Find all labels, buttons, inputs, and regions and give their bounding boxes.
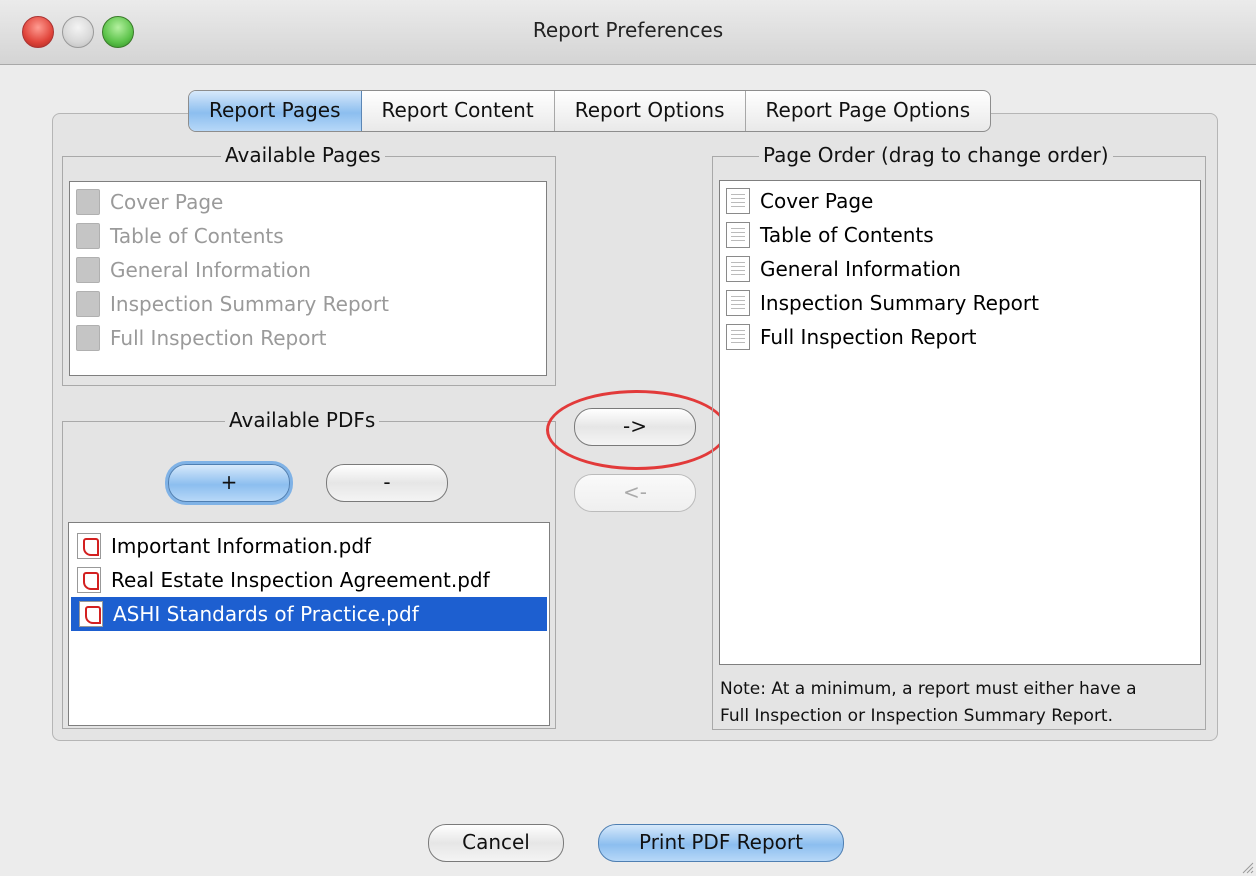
list-item-selected[interactable]: ASHI Standards of Practice.pdf <box>71 597 547 631</box>
list-item-label: Full Inspection Report <box>760 325 977 349</box>
list-item-label: ASHI Standards of Practice.pdf <box>113 602 419 626</box>
resize-grip-icon[interactable] <box>1238 858 1254 874</box>
document-icon <box>726 290 750 316</box>
document-icon <box>726 256 750 282</box>
available-pages-title: Available Pages <box>221 143 385 167</box>
list-item-label: Inspection Summary Report <box>760 291 1039 315</box>
window-title: Report Preferences <box>532 18 724 42</box>
document-icon <box>726 188 750 214</box>
list-item-label: General Information <box>110 258 311 282</box>
list-item-label: Full Inspection Report <box>110 326 327 350</box>
list-item-label: Real Estate Inspection Agreement.pdf <box>111 568 490 592</box>
tab-report-page-options[interactable]: Report Page Options <box>746 91 991 131</box>
list-item-label: Inspection Summary Report <box>110 292 389 316</box>
note-line-1: Note: At a minimum, a report must either… <box>720 679 1137 699</box>
page-icon <box>76 257 100 283</box>
print-pdf-report-button[interactable]: Print PDF Report <box>598 824 844 862</box>
page-order-note: Note: At a minimum, a report must either… <box>720 676 1200 730</box>
pdf-file-icon <box>77 567 101 593</box>
list-item[interactable]: General Information <box>70 253 546 287</box>
document-icon <box>726 222 750 248</box>
pdf-file-icon <box>77 533 101 559</box>
available-pages-list[interactable]: Cover Page Table of Contents General Inf… <box>69 181 547 376</box>
tab-report-options[interactable]: Report Options <box>555 91 746 131</box>
list-item-label: Cover Page <box>760 189 874 213</box>
list-item-label: Table of Contents <box>110 224 284 248</box>
list-item[interactable]: Full Inspection Report <box>70 321 546 355</box>
page-order-title: Page Order (drag to change order) <box>759 143 1113 167</box>
list-item[interactable]: Important Information.pdf <box>69 529 549 563</box>
list-item-label: Cover Page <box>110 190 224 214</box>
page-order-list[interactable]: Cover Page Table of Contents General Inf… <box>719 180 1201 665</box>
remove-pdf-button[interactable]: - <box>326 464 448 502</box>
note-line-2: Full Inspection or Inspection Summary Re… <box>720 706 1114 726</box>
tab-report-content[interactable]: Report Content <box>362 91 555 131</box>
page-icon <box>76 325 100 351</box>
list-item[interactable]: Cover Page <box>70 185 546 219</box>
list-item-label: Table of Contents <box>760 223 934 247</box>
list-item[interactable]: Table of Contents <box>720 218 1200 252</box>
list-item[interactable]: Inspection Summary Report <box>720 286 1200 320</box>
available-pdfs-list[interactable]: Important Information.pdf Real Estate In… <box>68 522 550 726</box>
cancel-button[interactable]: Cancel <box>428 824 564 862</box>
list-item[interactable]: Table of Contents <box>70 219 546 253</box>
list-item[interactable]: Inspection Summary Report <box>70 287 546 321</box>
annotation-circle <box>546 390 728 470</box>
page-icon <box>76 223 100 249</box>
list-item-label: Important Information.pdf <box>111 534 372 558</box>
page-icon <box>76 189 100 215</box>
pdf-file-icon <box>79 601 103 627</box>
document-icon <box>726 324 750 350</box>
tab-report-pages[interactable]: Report Pages <box>189 91 362 131</box>
available-pdfs-title: Available PDFs <box>225 408 380 432</box>
add-pdf-button[interactable]: + <box>168 464 290 502</box>
list-item[interactable]: Real Estate Inspection Agreement.pdf <box>69 563 549 597</box>
list-item[interactable]: General Information <box>720 252 1200 286</box>
page-icon <box>76 291 100 317</box>
available-pages-group: Available Pages Cover Page Table of Cont… <box>62 143 556 386</box>
list-item[interactable]: Full Inspection Report <box>720 320 1200 354</box>
list-item[interactable]: Cover Page <box>720 184 1200 218</box>
list-item-label: General Information <box>760 257 961 281</box>
remove-from-order-button[interactable]: <- <box>574 474 696 512</box>
title-bar: Report Preferences <box>0 0 1256 65</box>
tab-bar: Report Pages Report Content Report Optio… <box>188 90 992 132</box>
